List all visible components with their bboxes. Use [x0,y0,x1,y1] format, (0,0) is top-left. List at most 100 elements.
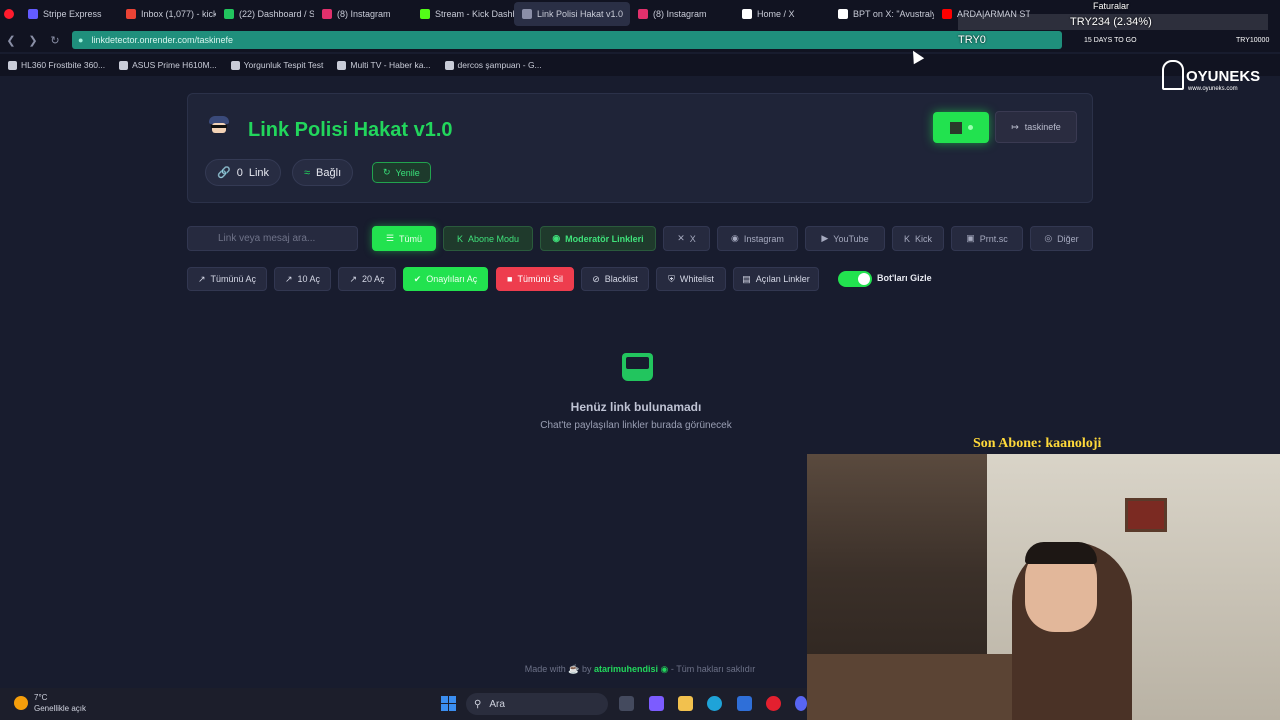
url-field[interactable]: ● linkdetector.onrender.com/taskinefe [72,31,1062,49]
browser-tab[interactable]: (8) Instagram [630,2,734,26]
logout-icon: ↦ [1011,121,1019,132]
filter-instagram[interactable]: ◉ Instagram [717,226,798,251]
footer-author-link[interactable]: atarimuhendisi [594,664,658,674]
logout-button[interactable]: ↦ taskinefe [995,111,1077,143]
open-20-button[interactable]: ↗ 20 Aç [338,267,396,291]
action-label: Blacklist [604,274,638,284]
tab-favicon-icon [28,9,38,19]
moderator-icon: ◉ [552,233,561,243]
logo-text: OYUNEKS [1186,68,1261,85]
logo-url: www.oyuneks.com [1188,86,1238,92]
browser-tab[interactable]: BPT on X: "Avustralya [830,2,934,26]
coffee-icon: ☕ [568,664,580,674]
back-icon[interactable]: ❮ [0,34,22,47]
webcam-feed [807,454,1280,720]
donation-goal-amount: TRY234 (2.34%) [1070,16,1152,28]
store-icon[interactable] [737,696,752,711]
edge-icon[interactable] [707,696,722,711]
refresh-icon: ↻ [383,167,391,177]
opera-icon[interactable] [766,696,781,711]
history-icon: ▤ [742,273,751,284]
browser-tab[interactable]: Stripe Express [20,2,118,26]
bookmark-icon [444,60,454,70]
taskbar-search[interactable]: ⚲ Ara [466,693,608,715]
robot-icon: ◉ [660,664,669,674]
windows-start-icon[interactable] [441,696,456,711]
browser-tab[interactable]: Stream - Kick Dashbo [412,2,514,26]
filter-other[interactable]: ◎ Diğer [1030,226,1093,251]
check-circle-icon: ✔ [413,273,422,284]
browser-tab-active[interactable]: Link Polisi Hakat v1.0 [514,2,630,26]
link-count-label: Link [248,166,270,179]
bookmark-item[interactable]: dercos şampuan - G... [444,60,542,70]
filter-kick[interactable]: K Kick [892,226,944,251]
action-label: Açılan Linkler [755,274,810,284]
external-link-icon: ↗ [349,273,357,284]
discord-icon[interactable] [795,696,807,711]
bookmark-item[interactable]: HL360 Frostbite 360... [8,60,105,70]
last-subscriber-label: Son Abone: kaanoloji [973,436,1102,451]
link-count: 0 [236,166,243,179]
globe-icon: ◎ [1044,233,1053,243]
oyuneks-logo: OYUNEKS www.oyuneks.com [1160,60,1270,94]
bookmark-item[interactable]: Yorgunluk Tespit Test [230,60,323,70]
filter-label: Prnt.sc [979,233,1008,244]
delete-all-button[interactable]: ■ Tümünü Sil [496,267,574,291]
oyuneks-figure-icon [1162,60,1184,90]
task-view-icon[interactable] [619,696,634,711]
bookmark-item[interactable]: ASUS Prime H610M... [119,60,217,70]
bookmark-item[interactable]: Multi TV - Haber ka... [337,60,431,70]
filter-subscriber-mode[interactable]: K Abone Modu [443,226,533,251]
weather-widget[interactable]: 7°C Genellikle açık [14,692,86,714]
opened-links-button[interactable]: ▤ Açılan Linkler [733,267,819,291]
action-label: Onaylıları Aç [426,274,478,284]
tab-favicon-icon [522,9,532,19]
filter-x[interactable]: ✕ X [663,226,710,251]
filter-label: Kick [915,233,933,244]
user-avatar-button[interactable] [933,112,989,143]
footer-prefix: Made with [524,664,566,674]
user-avatar [949,121,962,134]
tab-label: (22) Dashboard / Strea [239,9,314,19]
forward-icon[interactable]: ❯ [22,34,44,47]
weather-desc: Genellikle açık [34,704,87,713]
filter-youtube[interactable]: ▶ YouTube [805,226,885,251]
search-input[interactable] [187,226,358,251]
bookmark-icon [337,60,347,70]
tab-label: Inbox (1,077) - kickta [141,9,216,19]
footer-suffix: - Tüm hakları saklıdır [670,664,756,674]
browser-tab[interactable]: (22) Dashboard / Strea [216,2,314,26]
search-icon: ⚲ [474,698,482,710]
list-icon: ☰ [385,233,395,243]
browser-tab[interactable]: Home / X [734,2,830,26]
tab-favicon-icon [838,9,848,19]
bookmark-icon [119,60,129,70]
taskbar-search-label: Ara [489,698,505,710]
filter-all[interactable]: ☰ Tümü [372,226,436,251]
wall-picture [1125,498,1167,532]
file-explorer-icon[interactable] [678,696,693,711]
copilot-icon[interactable] [649,696,664,711]
opera-logo-icon[interactable] [0,2,20,26]
tab-label: (8) Instagram [337,9,391,19]
reload-icon[interactable]: ↻ [44,34,66,47]
browser-tab[interactable]: (8) Instagram [314,2,412,26]
browser-tab[interactable]: Inbox (1,077) - kickta [118,2,216,26]
connection-status: Bağlı [316,166,342,179]
donation-goal-start: TRY0 [958,34,986,46]
kick-icon: K [903,233,910,244]
open-10-button[interactable]: ↗ 10 Aç [274,267,331,291]
filter-moderator-links[interactable]: ◉ Moderatör Linkleri [540,226,656,251]
refresh-button[interactable]: ↻ Yenile [372,162,431,183]
tab-favicon-icon [224,9,234,19]
wifi-icon: ≈ [304,166,311,179]
open-approved-button[interactable]: ✔ Onaylıları Aç [403,267,488,291]
blacklist-button[interactable]: ⊘ Blacklist [581,267,649,291]
hide-bots-toggle[interactable] [838,271,872,287]
link-icon: 🔗 [217,167,231,179]
whitelist-button[interactable]: ⛨ Whitelist [656,267,726,291]
tab-label: (8) Instagram [653,9,707,19]
open-all-button[interactable]: ↗ Tümünü Aç [187,267,267,291]
police-avatar-icon [206,116,232,138]
filter-prntsc[interactable]: ▣ Prnt.sc [951,226,1023,251]
